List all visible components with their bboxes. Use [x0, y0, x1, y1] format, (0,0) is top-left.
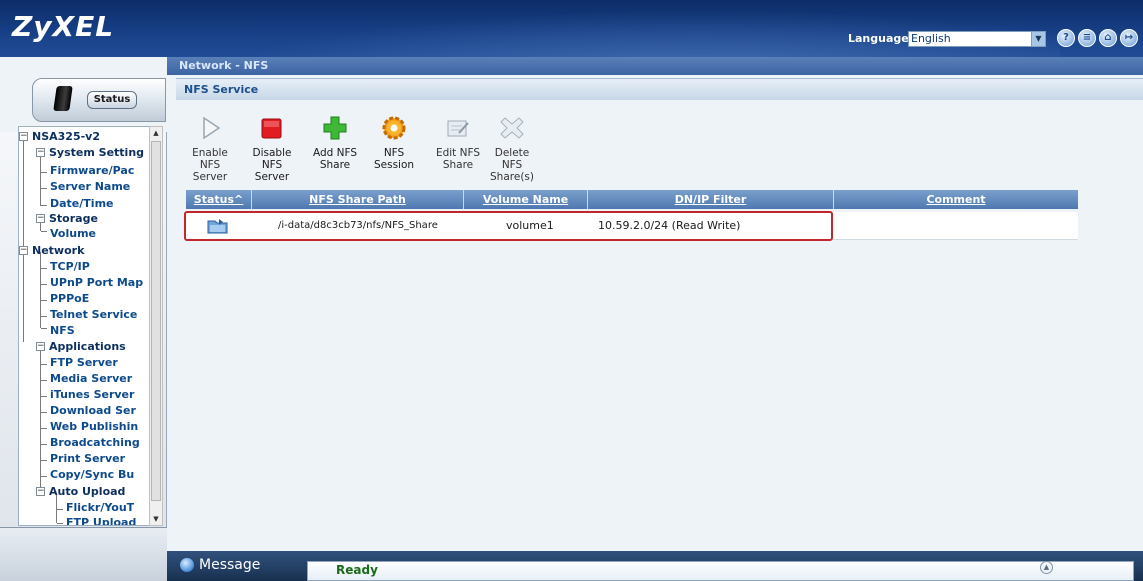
- collapse-icon[interactable]: −: [36, 487, 45, 496]
- message-field: [307, 561, 1134, 581]
- comment: [846, 212, 1066, 240]
- tree-item-pppoe[interactable]: PPPoE: [50, 292, 89, 305]
- tree-item-print-server[interactable]: Print Server: [50, 452, 125, 465]
- collapse-icon[interactable]: −: [36, 342, 45, 351]
- tree-item-web-publishing[interactable]: Web Publishin: [50, 420, 138, 433]
- column-volume-name[interactable]: Volume Name: [464, 190, 588, 209]
- header-decoration: [160, 0, 1060, 57]
- enable-nfs-server-label: Enable NFS Server: [192, 147, 228, 183]
- status-tab[interactable]: Status: [32, 78, 166, 122]
- column-dn-ip-filter[interactable]: DN/IP Filter: [588, 190, 834, 209]
- stop-icon: [259, 115, 285, 141]
- column-comment[interactable]: Comment: [834, 190, 1078, 209]
- highlight-box: [184, 211, 833, 241]
- tree-item-tcp-ip[interactable]: TCP/IP: [50, 260, 90, 273]
- zyxel-logo: ZyXEL: [12, 10, 115, 43]
- collapse-icon[interactable]: −: [36, 214, 45, 223]
- delete-icon: [499, 115, 525, 141]
- device-icon: [53, 86, 73, 111]
- tree-group-system-setting[interactable]: System Setting: [49, 146, 144, 159]
- tree-scrollbar[interactable]: ▲ ▼: [149, 126, 163, 526]
- logout-icon[interactable]: ↦: [1120, 29, 1138, 47]
- nfs-session-button[interactable]: NFS Session: [369, 115, 419, 171]
- tree-item-firmware[interactable]: Firmware/Pac: [50, 164, 134, 177]
- tree-item-upnp[interactable]: UPnP Port Map: [50, 276, 143, 289]
- tree-item-date-time[interactable]: Date/Time: [50, 197, 114, 210]
- gear-icon: [381, 115, 407, 141]
- chevron-down-icon[interactable]: ▼: [1031, 32, 1045, 46]
- tree-group-auto-upload[interactable]: Auto Upload: [49, 485, 125, 498]
- language-select[interactable]: English ▼: [908, 31, 1046, 47]
- column-status[interactable]: Status^: [186, 190, 252, 209]
- tree-item-copy-sync[interactable]: Copy/Sync Bu: [50, 468, 134, 481]
- tree-root[interactable]: NSA325-v2: [32, 130, 100, 143]
- tree-item-flickr-youtube[interactable]: Flickr/YouT: [66, 501, 134, 514]
- tree-item-ftp-upload[interactable]: FTP Upload: [66, 516, 136, 525]
- tree-group-applications[interactable]: Applications: [49, 340, 126, 353]
- tree-item-broadcatching[interactable]: Broadcatching: [50, 436, 140, 449]
- tree-item-telnet[interactable]: Telnet Service: [50, 308, 137, 321]
- column-nfs-share-path[interactable]: NFS Share Path: [252, 190, 464, 209]
- tree-group-storage[interactable]: Storage: [49, 212, 98, 225]
- side-panel-bottom: [0, 527, 167, 581]
- collapse-icon[interactable]: −: [19, 132, 28, 141]
- add-icon: [322, 115, 348, 141]
- scroll-up-icon[interactable]: ▲: [152, 129, 160, 137]
- tree-item-nfs[interactable]: NFS: [50, 324, 75, 337]
- collapse-icon[interactable]: −: [19, 246, 28, 255]
- expand-up-icon[interactable]: ▲: [1040, 561, 1053, 574]
- scrollbar-thumb[interactable]: [151, 141, 161, 501]
- play-icon: [197, 115, 223, 141]
- scroll-down-icon[interactable]: ▼: [152, 515, 160, 523]
- collapse-icon[interactable]: −: [36, 148, 45, 157]
- disable-nfs-server-label: Disable NFS Server: [252, 147, 292, 183]
- home-icon[interactable]: ⌂: [1099, 29, 1117, 47]
- edit-nfs-share-button[interactable]: Edit NFS Share: [433, 115, 483, 171]
- nfs-session-label: NFS Session: [373, 147, 415, 171]
- help-icon[interactable]: ?: [1057, 29, 1075, 47]
- header-bar: [0, 0, 1143, 57]
- edit-icon: [445, 115, 471, 141]
- section-title: NFS Service: [176, 78, 1143, 100]
- edit-nfs-share-label: Edit NFS Share: [435, 147, 481, 171]
- add-nfs-share-label: Add NFS Share: [312, 147, 358, 171]
- tree-item-download-server[interactable]: Download Ser: [50, 404, 136, 417]
- status-tab-label: Status: [87, 91, 137, 109]
- tree-item-itunes-server[interactable]: iTunes Server: [50, 388, 134, 401]
- message-status-text: Ready: [336, 563, 378, 577]
- tree-group-network[interactable]: Network: [32, 244, 84, 257]
- tree-item-server-name[interactable]: Server Name: [50, 180, 130, 193]
- table-header: Status^ NFS Share Path Volume Name DN/IP…: [186, 190, 1078, 209]
- breadcrumb: Network - NFS: [167, 57, 1143, 75]
- disable-nfs-server-button[interactable]: Disable NFS Server: [249, 115, 295, 183]
- message-label: Message: [199, 557, 261, 573]
- enable-nfs-server-button[interactable]: Enable NFS Server: [188, 115, 232, 183]
- language-value: English: [911, 32, 951, 45]
- add-nfs-share-button[interactable]: Add NFS Share: [308, 115, 362, 171]
- delete-nfs-shares-button[interactable]: Delete NFS Share(s): [488, 115, 536, 183]
- navigation-tree: − NSA325-v2 − System Setting Firmware/Pa…: [18, 126, 150, 526]
- message-icon: [180, 558, 194, 572]
- sitemap-icon[interactable]: ≡: [1078, 29, 1096, 47]
- language-label: Language:: [848, 32, 914, 45]
- tree-item-volume[interactable]: Volume: [50, 227, 96, 240]
- tree-item-ftp-server[interactable]: FTP Server: [50, 356, 118, 369]
- tree-item-media-server[interactable]: Media Server: [50, 372, 132, 385]
- delete-nfs-shares-label: Delete NFS Share(s): [490, 147, 534, 183]
